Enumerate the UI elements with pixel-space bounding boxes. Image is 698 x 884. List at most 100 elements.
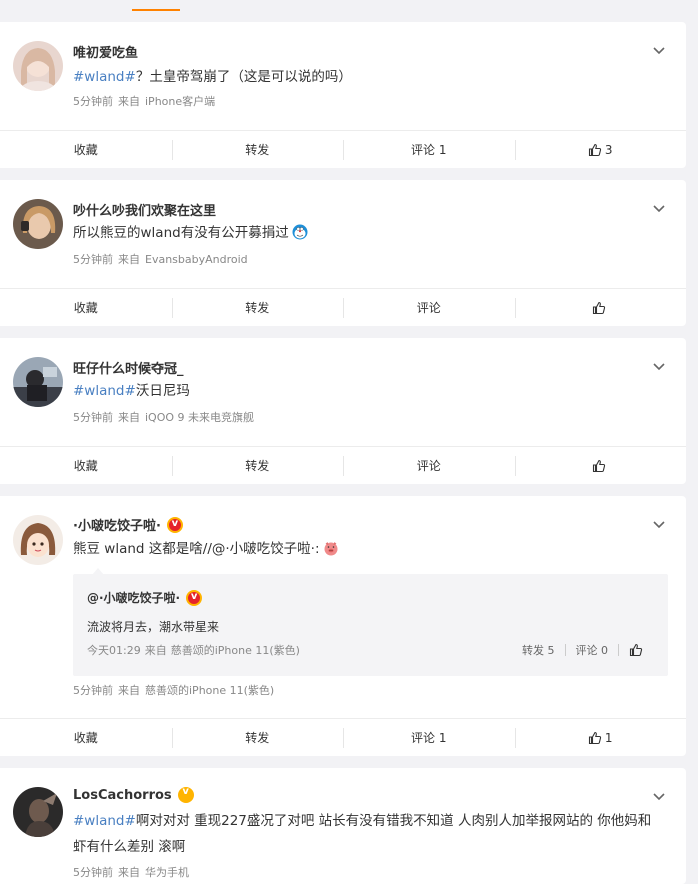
username-row: LosCachorros v — [73, 786, 194, 803]
like-button[interactable]: 3 — [514, 131, 687, 168]
action-bar: 收藏 转发 评论 — [0, 446, 686, 484]
post-source: 慈善颂的iPhone 11(紫色) — [145, 684, 275, 697]
feed-card: 旺仔什么时候夺冠_ #wland#沃日尼玛 5分钟前 来自 iQOO 9 未来电竞旗… — [0, 338, 686, 484]
post-body: 啊对对对 重现227盛况了对吧 站长有没有错我不知道 人肉别人加举报网站的 你他… — [73, 813, 652, 855]
chevron-down-icon[interactable] — [652, 202, 666, 216]
collect-button[interactable]: 收藏 — [0, 719, 172, 756]
vip-badge-icon: v — [177, 786, 194, 803]
post-text: 熊豆 wland 这都是啥//@·小啵吃饺子啦·: — [73, 536, 664, 562]
forward-button[interactable]: 转发 — [171, 447, 344, 484]
repost-text: 流波将月去，潮水带星来 — [87, 620, 220, 634]
post-time[interactable]: 5分钟前 — [73, 253, 113, 266]
post-text: #wland#啊对对对 重现227盛况了对吧 站长有没有错我不知道 人肉别人加举… — [73, 808, 664, 860]
hashtag-link[interactable]: #wland# — [73, 383, 136, 399]
repost-comment-button[interactable]: 评论 0 — [576, 642, 609, 658]
avatar[interactable] — [13, 199, 63, 249]
like-button[interactable]: 1 — [514, 719, 687, 756]
reposted-card[interactable]: @·小啵吃饺子啦· v 流波将月去，潮水带星来 今天01:29 来自 慈善颂的iPho… — [73, 574, 668, 676]
username[interactable]: 吵什么吵我们欢聚在这里 — [73, 200, 216, 219]
post-meta: 5分钟前 来自 慈善颂的iPhone 11(紫色) — [73, 682, 279, 698]
thumbs-up-icon — [588, 143, 602, 156]
post-source: EvansbabyAndroid — [145, 253, 248, 266]
post-body: 沃日尼玛 — [135, 383, 190, 399]
post-time[interactable]: 5分钟前 — [73, 95, 113, 108]
post-time[interactable]: 5分钟前 — [73, 684, 113, 697]
post-body: ？土皇帝驾崩了（这是可以说的吗） — [135, 69, 352, 85]
repost-time[interactable]: 今天01:29 — [87, 644, 141, 657]
post-text: #wland#？土皇帝驾崩了（这是可以说的吗） — [73, 64, 664, 90]
post-body: 所以熊豆的wland有没有公开募捐过 — [73, 225, 289, 241]
vip-badge-icon: v — [186, 589, 203, 606]
source-prefix: 来自 — [118, 411, 140, 424]
like-count: 3 — [604, 142, 613, 157]
vip-badge-icon: v — [166, 516, 183, 533]
post-time[interactable]: 5分钟前 — [73, 866, 113, 879]
feed-card: 吵什么吵我们欢聚在这里 所以熊豆的wland有没有公开募捐过 5分钟前 来自 Eva… — [0, 180, 686, 326]
active-tab-indicator — [132, 9, 180, 11]
comment-button[interactable]: 评论 — [343, 289, 515, 326]
comment-button[interactable]: 评论 1 — [343, 131, 515, 168]
collect-button[interactable]: 收藏 — [0, 447, 172, 484]
forward-button[interactable]: 转发 — [171, 289, 344, 326]
thumbs-up-icon — [592, 301, 605, 314]
action-bar: 收藏 转发 评论 1 1 — [0, 718, 686, 756]
post-body: 熊豆 wland 这都是啥//@·小啵吃饺子啦·: — [73, 541, 320, 557]
post-meta: 5分钟前 来自 EvansbabyAndroid — [73, 251, 253, 267]
avatar[interactable] — [13, 515, 63, 565]
avatar[interactable] — [13, 357, 63, 407]
avatar[interactable] — [13, 41, 63, 91]
post-meta: 5分钟前 来自 iPhone客户端 — [73, 93, 220, 109]
doraemon-emoji-icon — [292, 224, 308, 240]
post-text: 所以熊豆的wland有没有公开募捐过 — [73, 220, 664, 246]
repost-meta: 今天01:29 来自 慈善颂的iPhone 11(紫色) — [87, 642, 304, 658]
comment-button[interactable]: 评论 — [343, 447, 515, 484]
source-prefix: 来自 — [118, 253, 140, 266]
hashtag-link[interactable]: #wland# — [73, 813, 136, 829]
repost-username[interactable]: @·小啵吃饺子啦· — [87, 589, 180, 606]
post-time[interactable]: 5分钟前 — [73, 411, 113, 424]
repost-forward-button[interactable]: 转发 5 — [522, 642, 555, 658]
post-source: 华为手机 — [145, 866, 189, 879]
post-meta: 5分钟前 来自 iQOO 9 未来电竞旗舰 — [73, 409, 259, 425]
chevron-down-icon[interactable] — [652, 44, 666, 58]
source-prefix: 来自 — [118, 684, 140, 697]
post-source: iQOO 9 未来电竞旗舰 — [145, 411, 255, 424]
source-prefix: 来自 — [118, 95, 140, 108]
feed-card: 唯初爱吃鱼 #wland#？土皇帝驾崩了（这是可以说的吗） 5分钟前 来自 iPho… — [0, 22, 686, 168]
like-count: 1 — [604, 730, 613, 745]
username[interactable]: ·小啵吃饺子啦· — [73, 515, 161, 534]
post-meta: 5分钟前 来自 华为手机 — [73, 864, 194, 880]
post-source: iPhone客户端 — [145, 95, 216, 108]
chevron-down-icon[interactable] — [652, 518, 666, 532]
forward-button[interactable]: 转发 — [171, 131, 344, 168]
repost-source: 慈善颂的iPhone 11(紫色) — [170, 644, 300, 657]
chevron-down-icon[interactable] — [652, 790, 666, 804]
feed-card: ·小啵吃饺子啦· v 熊豆 wland 这都是啥//@·小啵吃饺子啦·: @·小啵… — [0, 496, 686, 756]
post-text: #wland#沃日尼玛 — [73, 378, 664, 404]
username[interactable]: 唯初爱吃鱼 — [73, 42, 138, 61]
like-button[interactable] — [514, 289, 687, 326]
feed-card: LosCachorros v #wland#啊对对对 重现227盛况了对吧 站长有… — [0, 768, 686, 884]
avatar[interactable] — [13, 787, 63, 837]
thumbs-up-icon[interactable] — [629, 643, 643, 657]
hashtag-link[interactable]: #wland# — [73, 69, 136, 85]
username[interactable]: LosCachorros — [73, 788, 172, 803]
tab-bar — [0, 0, 698, 12]
forward-button[interactable]: 转发 — [171, 719, 344, 756]
collect-button[interactable]: 收藏 — [0, 131, 172, 168]
like-button[interactable] — [514, 447, 687, 484]
chevron-down-icon[interactable] — [652, 360, 666, 374]
thumbs-up-icon — [592, 459, 605, 472]
repost-username-row: @·小啵吃饺子啦· v — [87, 589, 203, 606]
comment-button[interactable]: 评论 1 — [343, 719, 515, 756]
pig-emoji-icon — [324, 542, 337, 556]
username-row: ·小啵吃饺子啦· v — [73, 515, 183, 534]
source-prefix: 来自 — [118, 866, 140, 879]
username[interactable]: 旺仔什么时候夺冠_ — [73, 358, 184, 377]
action-bar: 收藏 转发 评论 — [0, 288, 686, 326]
repost-actions: 转发 5 评论 0 — [522, 642, 646, 658]
collect-button[interactable]: 收藏 — [0, 289, 172, 326]
thumbs-up-icon — [588, 731, 602, 744]
action-bar: 收藏 转发 评论 1 3 — [0, 130, 686, 168]
source-prefix: 来自 — [144, 644, 167, 657]
